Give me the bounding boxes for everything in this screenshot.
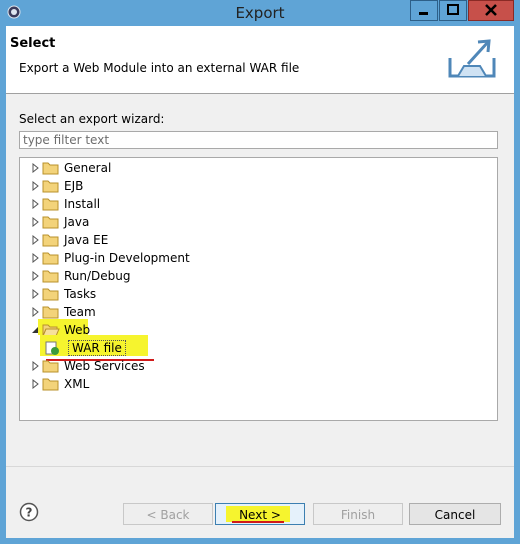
- maximize-button[interactable]: [439, 0, 467, 21]
- cancel-button[interactable]: Cancel: [409, 503, 501, 525]
- tree-item-label: Web Services: [64, 359, 145, 373]
- button-bar-separator: [6, 466, 514, 467]
- window-controls: [409, 0, 514, 21]
- folder-icon: [42, 198, 59, 211]
- tree-item-general[interactable]: General: [30, 159, 111, 177]
- expand-arrow-icon: [32, 163, 39, 173]
- folder-icon: [42, 234, 59, 247]
- tree-item-run-debug[interactable]: Run/Debug: [30, 267, 131, 285]
- dialog-client-area: Select Export a Web Module into an exter…: [6, 26, 514, 538]
- next-button-label: Next >: [239, 508, 281, 522]
- war-file-icon: [45, 341, 59, 355]
- back-button[interactable]: < Back: [123, 503, 213, 525]
- folder-icon: [42, 306, 59, 319]
- expand-arrow-icon: [32, 253, 39, 263]
- expand-arrow-icon: [32, 271, 39, 281]
- tree-item-label: Install: [64, 197, 101, 211]
- minimize-icon: [419, 12, 428, 15]
- folder-icon: [42, 378, 59, 391]
- close-icon: [485, 4, 497, 16]
- expand-arrow-icon: [32, 361, 39, 371]
- tree-item-war-file[interactable]: WAR file: [40, 335, 148, 357]
- title-bar[interactable]: Export: [0, 0, 520, 26]
- folder-icon: [42, 216, 59, 229]
- folder-icon: [42, 162, 59, 175]
- tree-item-label: Java EE: [64, 233, 109, 247]
- expand-arrow-icon: [32, 289, 39, 299]
- export-wizard-icon: [448, 39, 496, 78]
- tree-item-java[interactable]: Java: [30, 213, 89, 231]
- expand-arrow-icon: [32, 181, 39, 191]
- expand-arrow-icon: [32, 235, 39, 245]
- tree-item-label: Java: [64, 215, 90, 229]
- page-description: Export a Web Module into an external WAR…: [19, 61, 300, 75]
- minimize-button[interactable]: [410, 0, 438, 21]
- tree-item-xml[interactable]: XML: [30, 375, 89, 393]
- expand-arrow-icon: [32, 307, 39, 317]
- tree-item-label: EJB: [64, 179, 84, 193]
- wizard-header: Select Export a Web Module into an exter…: [6, 26, 514, 94]
- tree-item-tasks[interactable]: Tasks: [30, 285, 96, 303]
- expand-arrow-icon: [32, 199, 39, 209]
- annotation-underline: [232, 521, 284, 523]
- tree-item-install[interactable]: Install: [30, 195, 100, 213]
- export-window: Export Select Export a Web Module into a…: [0, 0, 520, 544]
- tree-item-label: General: [64, 161, 112, 175]
- tree-item-label: XML: [64, 377, 90, 391]
- finish-button[interactable]: Finish: [313, 503, 403, 525]
- tree-item-label: Tasks: [64, 287, 97, 301]
- tree-item-label: Plug-in Development: [64, 251, 190, 265]
- svg-text:?: ?: [26, 506, 33, 520]
- folder-icon: [42, 270, 59, 283]
- tree-item-java-ee[interactable]: Java EE: [30, 231, 108, 249]
- expand-arrow-icon: [32, 379, 39, 389]
- folder-icon: [42, 288, 59, 301]
- wizard-tree[interactable]: General EJB Install Java Java EE Plug-in…: [19, 157, 498, 421]
- collapse-arrow-icon: [32, 327, 38, 333]
- tree-item-web-services[interactable]: Web Services: [30, 357, 145, 375]
- filter-input[interactable]: [19, 131, 498, 149]
- tree-item-ejb[interactable]: EJB: [30, 177, 83, 195]
- tree-item-label: Run/Debug: [64, 269, 131, 283]
- maximize-icon: [447, 4, 459, 15]
- page-title: Select: [10, 36, 56, 51]
- help-icon[interactable]: ?: [19, 502, 39, 522]
- folder-icon: [42, 360, 59, 373]
- tree-item-plug-in-development[interactable]: Plug-in Development: [30, 249, 190, 267]
- close-button[interactable]: [468, 0, 514, 21]
- tree-item-label: WAR file: [68, 340, 126, 356]
- expand-arrow-icon: [32, 217, 39, 227]
- export-wizard-label: Select an export wizard:: [19, 112, 165, 126]
- folder-icon: [42, 180, 59, 193]
- folder-icon: [42, 252, 59, 265]
